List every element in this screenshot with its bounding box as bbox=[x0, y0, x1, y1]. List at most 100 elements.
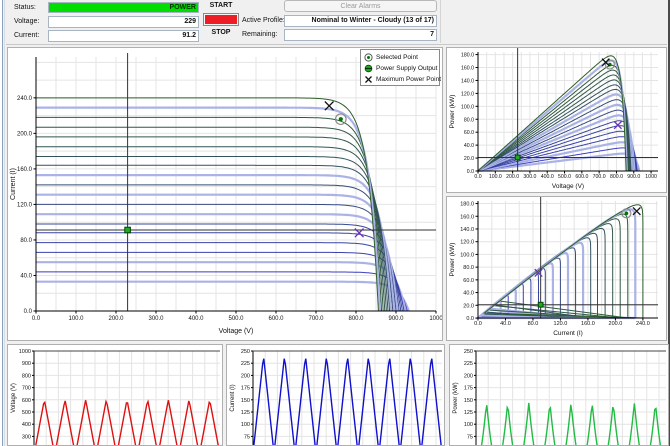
selected-point-dot bbox=[338, 117, 343, 122]
svg-text:150: 150 bbox=[464, 398, 473, 404]
iv-family-curve bbox=[36, 261, 407, 312]
iv-family-curve bbox=[36, 271, 408, 312]
svg-text:125: 125 bbox=[464, 410, 473, 416]
current-history-chart[interactable]: 2502252001751501251007550Current (I) bbox=[227, 345, 444, 445]
svg-text:80.0: 80.0 bbox=[528, 321, 539, 327]
svg-text:40.0: 40.0 bbox=[463, 291, 474, 297]
svg-text:180.0: 180.0 bbox=[460, 202, 474, 208]
voltage-history-chart[interactable]: 1000900800700600500400300200Voltage (V) bbox=[8, 345, 222, 445]
svg-text:120.0: 120.0 bbox=[460, 240, 474, 246]
power-supply-output-marker bbox=[124, 226, 131, 234]
svg-text:0.0: 0.0 bbox=[467, 169, 474, 175]
svg-text:300.0: 300.0 bbox=[523, 174, 536, 180]
current-value-field: 91.2 bbox=[48, 30, 199, 42]
svg-text:Current (I): Current (I) bbox=[553, 330, 583, 337]
chart-legend: Selected Point Power Supply Output Maxim… bbox=[360, 49, 441, 86]
svg-text:Voltage (V): Voltage (V) bbox=[219, 328, 254, 335]
svg-text:75: 75 bbox=[244, 434, 250, 440]
power-current-chart[interactable]: 0.0 40.0 80.0 120.0 160.0 200.0 240.0 0.0 20.0 40… bbox=[447, 197, 666, 340]
svg-text:240.0: 240.0 bbox=[17, 96, 33, 102]
svg-text:160.0: 160.0 bbox=[460, 214, 474, 220]
svg-text:600: 600 bbox=[22, 398, 31, 404]
svg-text:500.0: 500.0 bbox=[228, 316, 244, 322]
svg-text:200.0: 200.0 bbox=[108, 316, 124, 322]
svg-text:300.0: 300.0 bbox=[148, 316, 164, 322]
svg-text:100.0: 100.0 bbox=[489, 174, 502, 180]
svg-text:400: 400 bbox=[22, 422, 31, 428]
window-splitter-shadow bbox=[4, 0, 5, 446]
svg-text:20.0: 20.0 bbox=[463, 303, 474, 309]
power-supply-output-marker bbox=[514, 154, 521, 161]
svg-text:0.0: 0.0 bbox=[466, 316, 474, 322]
power-supply-output-marker bbox=[537, 301, 544, 308]
legend-item: Power Supply Output bbox=[364, 63, 439, 74]
current-label: Current: bbox=[14, 32, 40, 39]
svg-text:100.0: 100.0 bbox=[68, 316, 84, 322]
svg-text:700.0: 700.0 bbox=[593, 174, 606, 180]
svg-text:125: 125 bbox=[241, 410, 250, 416]
svg-text:100: 100 bbox=[464, 422, 473, 428]
svg-text:200.0: 200.0 bbox=[17, 131, 33, 137]
iv-family-curve bbox=[486, 223, 614, 319]
power-current-chart-panel: 0.0 40.0 80.0 120.0 160.0 200.0 240.0 0.0 20.0 40… bbox=[446, 196, 667, 341]
svg-text:Power (kW): Power (kW) bbox=[449, 243, 456, 277]
legend-label: Power Supply Output bbox=[376, 65, 438, 72]
remaining-field: 7 bbox=[284, 29, 437, 41]
active-profile-field: Nominal to Winter - Cloudy (13 of 17) bbox=[284, 15, 437, 27]
svg-text:250: 250 bbox=[241, 349, 250, 355]
svg-text:240.0: 240.0 bbox=[636, 321, 650, 327]
iv-family-curve bbox=[36, 126, 384, 312]
maximum-power-point-icon bbox=[365, 76, 372, 83]
svg-text:Current (I): Current (I) bbox=[230, 384, 236, 411]
svg-text:20.0: 20.0 bbox=[464, 156, 474, 162]
iv-curve-chart[interactable]: 0.0 100.0 200.0 300.0 400.0 500.0 600.0 700.0 80… bbox=[8, 48, 442, 340]
svg-text:1000: 1000 bbox=[19, 349, 31, 355]
legend-item: Maximum Power Point bbox=[364, 74, 441, 85]
iv-family-curve bbox=[36, 280, 410, 312]
svg-text:Power (kW): Power (kW) bbox=[449, 95, 456, 129]
svg-text:200.0: 200.0 bbox=[506, 174, 519, 180]
start-button[interactable]: START bbox=[202, 1, 240, 10]
history-waveform bbox=[253, 358, 442, 445]
svg-text:75: 75 bbox=[467, 434, 473, 440]
svg-text:0.0: 0.0 bbox=[474, 174, 481, 180]
svg-text:80.0: 80.0 bbox=[464, 117, 474, 123]
power-history-chart[interactable]: 2502252001751501251007550Power (kW) bbox=[450, 345, 668, 445]
iv-family-curve bbox=[36, 223, 400, 312]
svg-text:40.0: 40.0 bbox=[500, 321, 511, 327]
iv-family-curve bbox=[36, 146, 387, 312]
active-profile-label: Active Profile: bbox=[242, 17, 285, 24]
iv-family-curve bbox=[498, 213, 629, 319]
svg-text:Voltage (V): Voltage (V) bbox=[552, 183, 584, 190]
svg-text:200.0: 200.0 bbox=[609, 321, 623, 327]
svg-text:900.0: 900.0 bbox=[388, 316, 404, 322]
power-voltage-chart[interactable]: 0.0 100.0 200.0 300.0 400.0 500.0 600.0 700.0 80… bbox=[447, 48, 666, 192]
svg-text:120.0: 120.0 bbox=[461, 91, 474, 97]
voltage-history-strip-panel: 1000900800700600500400300200Voltage (V) bbox=[7, 344, 223, 446]
svg-text:40.0: 40.0 bbox=[20, 273, 32, 279]
svg-text:100: 100 bbox=[241, 422, 250, 428]
svg-text:140.0: 140.0 bbox=[460, 227, 474, 233]
legend-label: Selected Point bbox=[376, 54, 418, 61]
svg-text:800.0: 800.0 bbox=[610, 174, 623, 180]
power-history-strip-panel: 2502252001751501251007550Power (kW) bbox=[449, 344, 669, 446]
svg-text:Current (I): Current (I) bbox=[10, 168, 17, 200]
svg-text:200: 200 bbox=[464, 373, 473, 379]
svg-text:80.0: 80.0 bbox=[20, 238, 32, 244]
iv-family-curve bbox=[36, 184, 394, 312]
svg-text:175: 175 bbox=[241, 386, 250, 392]
svg-text:1000: 1000 bbox=[645, 174, 657, 180]
svg-text:1000: 1000 bbox=[429, 316, 442, 322]
svg-text:80.0: 80.0 bbox=[463, 265, 474, 271]
stop-button[interactable] bbox=[203, 13, 239, 26]
voltage-label: Voltage: bbox=[14, 18, 40, 25]
clear-alarms-button[interactable]: Clear Alarms bbox=[284, 0, 437, 12]
svg-text:400.0: 400.0 bbox=[541, 174, 554, 180]
svg-text:700.0: 700.0 bbox=[308, 316, 324, 322]
svg-text:900: 900 bbox=[22, 361, 31, 367]
svg-text:900.0: 900.0 bbox=[627, 174, 640, 180]
svg-text:120.0: 120.0 bbox=[554, 321, 568, 327]
svg-text:Power (kW): Power (kW) bbox=[453, 382, 459, 413]
svg-text:180.0: 180.0 bbox=[461, 53, 474, 59]
svg-text:175: 175 bbox=[464, 386, 473, 392]
